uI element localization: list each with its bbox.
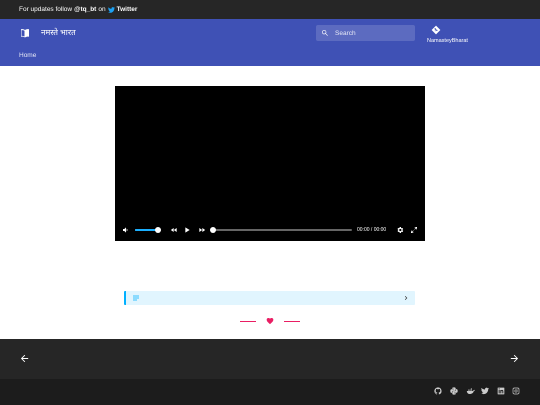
play-button[interactable] xyxy=(182,224,192,236)
twitter-icon xyxy=(107,6,115,13)
rewind-icon xyxy=(170,228,177,232)
duration: 00:00 xyxy=(373,227,387,233)
settings-button[interactable] xyxy=(395,224,405,236)
twitter-label: Twitter xyxy=(116,6,138,13)
search-icon xyxy=(322,30,328,36)
arrow-left-icon[interactable] xyxy=(19,353,30,364)
divider-line-left xyxy=(240,321,256,322)
search-box[interactable] xyxy=(316,25,415,41)
seek-bar[interactable] xyxy=(210,227,352,233)
fullscreen-button[interactable] xyxy=(409,224,419,236)
play-icon xyxy=(185,227,190,233)
note-icon xyxy=(133,295,139,301)
time-separator: / xyxy=(370,227,373,233)
divider-line-right xyxy=(284,321,300,322)
heart-divider xyxy=(240,316,300,326)
footer-nav xyxy=(0,339,540,379)
twitter-link[interactable]: Twitter xyxy=(107,6,138,13)
chevron-right-icon[interactable] xyxy=(402,294,410,302)
collapsible-note[interactable] xyxy=(124,291,415,305)
rewind-button[interactable] xyxy=(169,224,179,236)
announcement-on: on xyxy=(98,6,106,13)
announcement-bar: For updates follow @tq_bt on Twitter xyxy=(0,0,540,19)
git-icon xyxy=(431,25,441,35)
instagram-icon[interactable] xyxy=(512,387,520,395)
current-time: 00:00 xyxy=(357,227,370,233)
python-icon[interactable] xyxy=(450,387,458,395)
repo-link[interactable]: NamasteyBharat xyxy=(427,25,468,44)
docker-icon[interactable] xyxy=(466,387,475,395)
header: नमस्ते भारत NamasteyBharat Home xyxy=(0,19,540,66)
github-icon[interactable] xyxy=(434,387,442,395)
announcement-prefix: For updates follow xyxy=(19,6,73,13)
fullscreen-icon xyxy=(411,227,417,233)
video-controls: 00:00 / 00:00 xyxy=(115,224,425,236)
repo-name: NamasteyBharat xyxy=(427,38,468,44)
seek-handle[interactable] xyxy=(210,227,216,233)
volume-button[interactable] xyxy=(121,224,131,236)
linkedin-icon[interactable] xyxy=(497,387,505,395)
volume-handle[interactable] xyxy=(155,227,161,233)
site-title[interactable]: नमस्ते भारत xyxy=(41,27,76,39)
nav-tab-home[interactable]: Home xyxy=(19,52,36,59)
volume-icon xyxy=(123,227,128,233)
fast-forward-icon xyxy=(199,228,206,232)
search-input[interactable] xyxy=(335,29,405,37)
gear-icon xyxy=(397,227,404,233)
twitter-footer-icon[interactable] xyxy=(481,387,489,395)
fast-forward-button[interactable] xyxy=(197,224,207,236)
arrow-right-icon[interactable] xyxy=(509,353,520,364)
heart-icon xyxy=(266,317,274,325)
time-display: 00:00 / 00:00 xyxy=(357,224,386,236)
book-logo-icon[interactable] xyxy=(19,28,31,40)
twitter-handle-link[interactable]: @tq_bt xyxy=(74,6,96,13)
video-player[interactable]: 00:00 / 00:00 xyxy=(115,86,425,241)
volume-slider[interactable] xyxy=(135,227,161,233)
footer-meta xyxy=(0,379,540,405)
